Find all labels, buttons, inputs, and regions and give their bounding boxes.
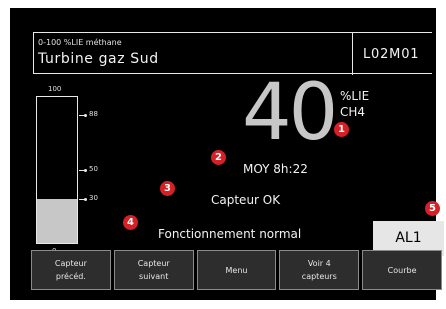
gauge-tick-dot xyxy=(84,198,87,202)
level-bargraph: 88 50 30 xyxy=(36,96,98,244)
sensor-code: L02M01 xyxy=(363,47,420,62)
gauge-tick-label: 50 xyxy=(89,165,98,173)
gas-concentration-value: 40 xyxy=(242,68,338,158)
gauge-tick-dot xyxy=(84,169,87,172)
next-sensor-button[interactable]: Capteur suivant xyxy=(113,250,194,290)
sensor-status: Capteur OK xyxy=(211,193,281,207)
gauge-tick-dot xyxy=(84,113,87,117)
unit-label: %LIE xyxy=(340,89,370,103)
sensor-name: Turbine gaz Sud xyxy=(38,51,159,67)
menu-button[interactable]: Menu xyxy=(196,250,277,290)
gauge-tick-label: 88 xyxy=(89,109,98,118)
gas-label: CH4 xyxy=(340,105,366,119)
softkey-bar: Capteur précéd. Capteur suivant Menu Voi… xyxy=(31,250,442,290)
gauge-tick-label: 30 xyxy=(89,194,98,203)
view-four-sensors-button[interactable]: Voir 4 capteurs xyxy=(279,250,360,290)
callout-marker-4: 4 xyxy=(123,215,138,230)
callout-marker-3: 3 xyxy=(160,181,175,196)
callout-marker-5: 5 xyxy=(425,201,440,216)
previous-sensor-button[interactable]: Capteur précéd. xyxy=(31,250,111,290)
operation-status: Fonctionnement normal xyxy=(158,227,302,241)
measure-range: 0-100 %LIE méthane xyxy=(38,38,122,47)
average-reading: MOY 8h:22 xyxy=(243,162,308,176)
callout-marker-1: 1 xyxy=(334,122,349,137)
callout-marker-2: 2 xyxy=(211,150,226,165)
header-divider xyxy=(352,33,353,75)
curve-button[interactable]: Courbe xyxy=(362,250,442,290)
sensor-header: 0-100 %LIE méthane Turbine gaz Sud L02M0… xyxy=(33,32,432,75)
gauge-scale-max: 100 xyxy=(48,85,62,93)
gas-unit: %LIE CH4 xyxy=(340,88,369,120)
level-fill xyxy=(37,199,77,243)
